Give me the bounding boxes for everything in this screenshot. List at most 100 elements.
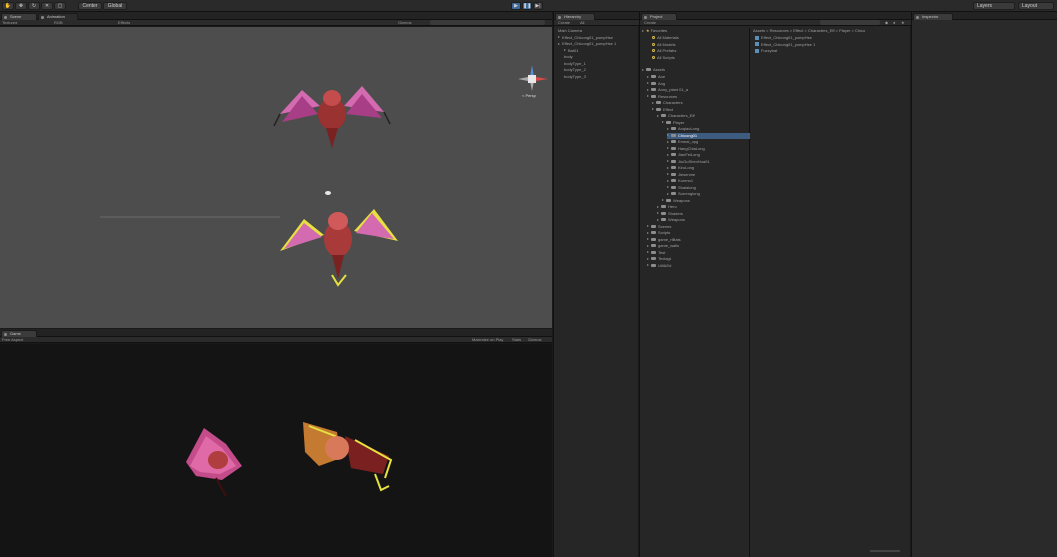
- fold-arrow-icon[interactable]: [667, 166, 669, 169]
- asset-tree-item[interactable]: AnqiaoLong: [667, 126, 699, 132]
- maximize-on-play-toggle[interactable]: Maximize on Play: [472, 337, 503, 342]
- play-button[interactable]: ▶: [511, 2, 521, 10]
- tab-inspector[interactable]: Inspector: [913, 13, 953, 20]
- fold-arrow-icon[interactable]: [667, 179, 669, 182]
- scene-gizmos-dropdown[interactable]: Gizmos: [398, 20, 412, 25]
- project-file-item[interactable]: Effect_Chicong01_pompHse 1: [755, 42, 815, 48]
- fold-arrow-icon[interactable]: [667, 134, 669, 137]
- asset-tree-item[interactable]: Aoe: [647, 74, 665, 80]
- fold-arrow-icon[interactable]: [647, 231, 649, 234]
- layout-dropdown[interactable]: Layout: [1018, 2, 1054, 10]
- asset-tree-item[interactable]: Test: [647, 250, 665, 256]
- asset-tree-item[interactable]: JianFeiLong: [667, 152, 700, 158]
- rotate-tool-button[interactable]: ↻: [28, 2, 40, 10]
- fold-arrow-icon[interactable]: [667, 140, 669, 143]
- fold-arrow-icon[interactable]: [652, 108, 654, 111]
- fold-arrow-icon[interactable]: [647, 82, 649, 85]
- fold-arrow-icon[interactable]: [667, 127, 669, 130]
- fold-arrow-icon[interactable]: [647, 257, 649, 260]
- favorites-fold-icon[interactable]: [642, 29, 644, 32]
- layers-dropdown[interactable]: Layers: [973, 2, 1015, 10]
- fold-arrow-icon[interactable]: [647, 225, 649, 228]
- fold-arrow-icon[interactable]: [657, 212, 659, 215]
- asset-tree-item[interactable]: Characters: [652, 100, 683, 106]
- favorite-item[interactable]: All Scripts: [652, 55, 675, 61]
- fold-arrow-icon[interactable]: [667, 173, 669, 176]
- move-tool-button[interactable]: ✥: [15, 2, 27, 10]
- space-toggle[interactable]: Global: [103, 2, 127, 10]
- tab-project[interactable]: Project: [641, 13, 677, 20]
- fold-arrow-icon[interactable]: [647, 244, 649, 247]
- hierarchy-item[interactable]: Main Camera: [558, 28, 582, 34]
- fold-arrow-icon[interactable]: [657, 114, 659, 117]
- hierarchy-item[interactable]: bodyType_1: [564, 61, 586, 67]
- fold-arrow-icon[interactable]: [647, 264, 649, 267]
- asset-tree-item[interactable]: Shaders: [657, 211, 683, 217]
- scene-viewport[interactable]: < Persp: [0, 27, 552, 328]
- asset-tree-item[interactable]: Textagt: [647, 256, 671, 262]
- hierarchy-create-button[interactable]: Create: [558, 20, 570, 25]
- asset-tree-item[interactable]: JiuGuShenHua01: [667, 159, 710, 165]
- tab-animation[interactable]: Animation: [38, 13, 78, 20]
- fold-arrow-icon[interactable]: [667, 147, 669, 150]
- asset-tree-item[interactable]: KiruLong: [667, 165, 694, 171]
- render-mode-dropdown[interactable]: RGB: [54, 20, 63, 25]
- persp-label[interactable]: < Persp: [522, 93, 536, 98]
- asset-tree-item[interactable]: Effect: [652, 107, 673, 113]
- asset-tree-item[interactable]: Weapons: [662, 198, 690, 204]
- asset-tree-item[interactable]: Util&Ed: [647, 263, 671, 269]
- fold-arrow-icon[interactable]: [662, 121, 664, 124]
- asset-tree-item[interactable]: Ang: [647, 81, 665, 87]
- shading-dropdown[interactable]: Textured: [2, 20, 17, 25]
- hierarchy-item[interactable]: bodyType_2: [564, 67, 586, 73]
- asset-tree-item[interactable]: Player: [662, 120, 684, 126]
- asset-tree-item[interactable]: HangChiaLong: [667, 146, 705, 152]
- favorite-item[interactable]: All Prefabs: [652, 48, 676, 54]
- asset-tree-item[interactable]: game_walls: [647, 243, 679, 249]
- pause-button[interactable]: ❚❚: [522, 2, 532, 10]
- fold-arrow-icon[interactable]: [558, 42, 560, 45]
- asset-tree-item[interactable]: Weapons: [657, 217, 685, 223]
- aspect-dropdown[interactable]: Free Aspect: [2, 337, 23, 342]
- filter-label-icon[interactable]: ●: [893, 20, 895, 25]
- fold-arrow-icon[interactable]: [647, 75, 649, 78]
- asset-tree-item[interactable]: Hero: [657, 204, 677, 210]
- game-viewport[interactable]: [0, 344, 552, 557]
- project-breadcrumb[interactable]: Assets > Resources > Effect > Characters…: [753, 28, 909, 34]
- asset-tree-item[interactable]: Koreno1: [667, 178, 693, 184]
- asset-tree-item[interactable]: Scripts: [647, 230, 670, 236]
- favorites-header[interactable]: ★Favorites: [642, 28, 667, 34]
- project-create-button[interactable]: Create: [644, 20, 656, 25]
- fold-arrow-icon[interactable]: [647, 95, 649, 98]
- asset-tree-item[interactable]: Chicong01: [667, 132, 750, 139]
- tab-hierarchy[interactable]: Hierarchy: [555, 13, 595, 20]
- project-zoom-slider[interactable]: [870, 550, 900, 552]
- hierarchy-item[interactable]: Bat01: [564, 48, 578, 54]
- fold-arrow-icon[interactable]: [647, 88, 649, 91]
- hierarchy-search-field[interactable]: All: [580, 20, 584, 25]
- asset-tree-item[interactable]: game_rtBats: [647, 237, 681, 243]
- fold-arrow-icon[interactable]: [657, 218, 659, 221]
- game-gizmos-toggle[interactable]: Gizmos: [528, 337, 542, 342]
- fold-arrow-icon[interactable]: [647, 238, 649, 241]
- asset-tree-item[interactable]: Resources: [647, 94, 677, 100]
- filter-type-icon[interactable]: ◆: [885, 20, 888, 25]
- rect-tool-button[interactable]: ▢: [54, 2, 66, 10]
- asset-tree-item[interactable]: Surrenglong: [667, 191, 700, 197]
- favorite-item[interactable]: All Models: [652, 42, 675, 48]
- project-file-item[interactable]: Effect_Chicong01_pompHse: [755, 35, 812, 41]
- fold-arrow-icon[interactable]: [564, 49, 566, 52]
- asset-tree-item[interactable]: Shalalong: [667, 185, 696, 191]
- assets-fold-icon[interactable]: [642, 68, 644, 71]
- hierarchy-item[interactable]: body: [564, 54, 573, 60]
- tab-scene[interactable]: Scene: [1, 13, 37, 20]
- assets-header[interactable]: Assets: [642, 67, 665, 73]
- pivot-toggle[interactable]: Center: [78, 2, 102, 10]
- fold-arrow-icon[interactable]: [652, 101, 654, 104]
- step-button[interactable]: ▶|: [533, 2, 543, 10]
- fold-arrow-icon[interactable]: [667, 192, 669, 195]
- scene-search-field[interactable]: [430, 20, 545, 25]
- hierarchy-item[interactable]: Effect_Chicong01_pompHse 1: [558, 41, 616, 47]
- fold-arrow-icon[interactable]: [558, 36, 560, 39]
- asset-tree-item[interactable]: Characters_Eff: [657, 113, 695, 119]
